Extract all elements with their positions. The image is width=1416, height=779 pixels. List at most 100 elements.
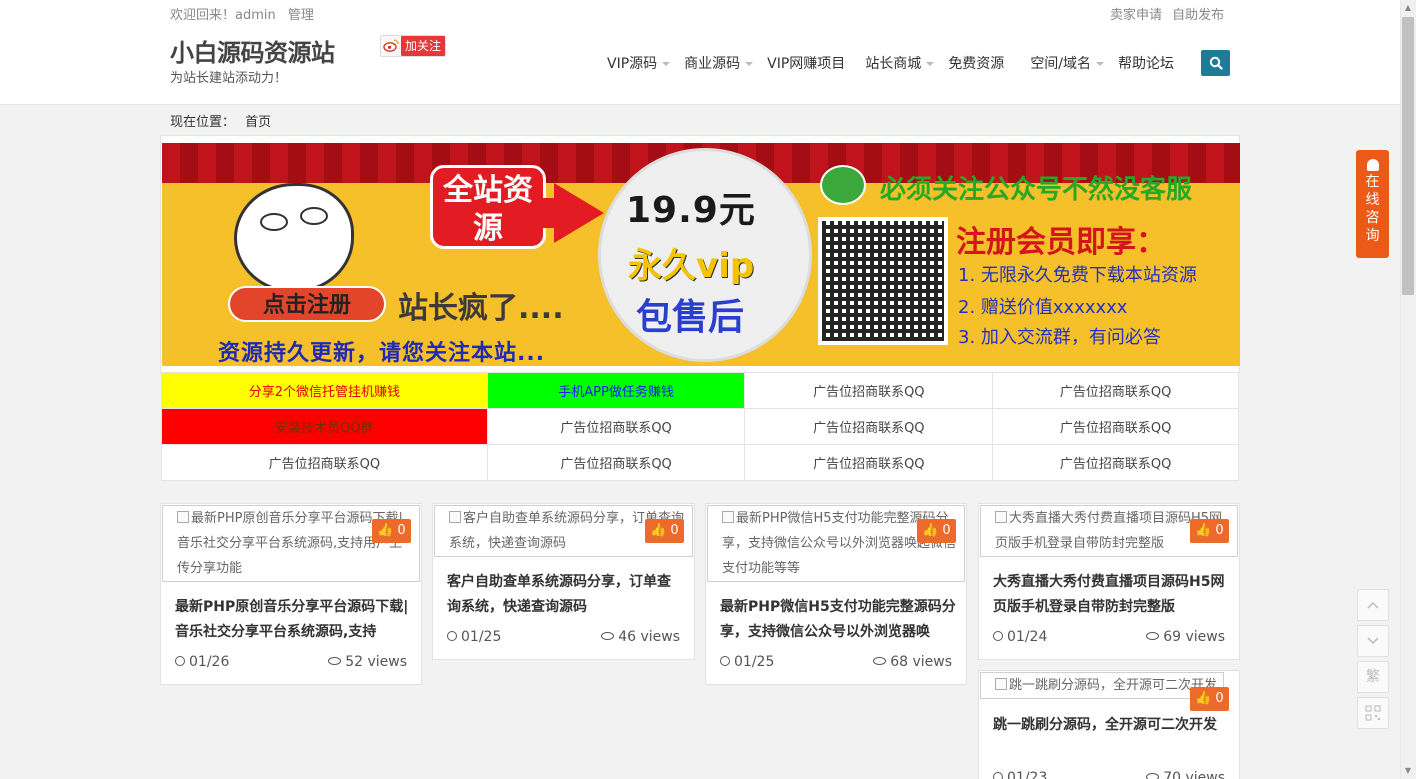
post-date-text: 01/23	[1007, 770, 1048, 779]
seller-apply-link[interactable]: 卖家申请	[1110, 8, 1162, 23]
ad-cell[interactable]: 广告位招商联系QQ	[486, 408, 746, 445]
eye-icon	[873, 657, 887, 665]
broken-image-icon	[995, 678, 1007, 690]
search-button[interactable]	[1201, 50, 1230, 76]
banner-crazy-text: 站长疯了....	[398, 291, 564, 326]
clock-icon	[993, 772, 1003, 779]
post-views-text: 46 views	[618, 629, 680, 645]
ad-cell[interactable]: 广告位招商联系QQ	[161, 444, 488, 481]
nav-item-free-resources[interactable]: 免费资源	[948, 53, 1004, 73]
topbar-left: 欢迎回来！admin 管理	[170, 4, 322, 23]
post-title[interactable]: 最新PHP微信H5支付功能完整源码分享，支持微信公众号以外浏览器唤	[720, 595, 956, 645]
breadcrumb-label: 现在位置：	[170, 115, 236, 130]
post-title[interactable]: 客户自助查单系统源码分享，订单查询系统，快递查询源码	[447, 570, 683, 620]
like-button[interactable]: 👍 0	[1190, 519, 1229, 543]
ad-cell[interactable]: 广告位招商联系QQ	[992, 372, 1239, 409]
nav-item-vip-earning[interactable]: VIP网赚项目	[767, 53, 845, 73]
qrcode-button[interactable]	[1357, 697, 1389, 729]
ad-grid: 分享2个微信托管挂机赚钱 手机APP做任务赚钱 广告位招商联系QQ 广告位招商联…	[161, 372, 1239, 481]
clock-icon	[993, 631, 1003, 641]
nav-item-webmaster-mall[interactable]: 站长商城	[865, 53, 935, 73]
nav-label: VIP网赚项目	[767, 56, 846, 72]
ad-cell[interactable]: 广告位招商联系QQ	[486, 444, 746, 481]
ad-cell[interactable]: 手机APP做任务赚钱	[486, 372, 746, 409]
broken-image-icon	[995, 511, 1007, 523]
consult-label: 在线咨询	[1365, 174, 1380, 244]
post-date: 01/24	[993, 629, 1047, 645]
scrollbar-down-arrow[interactable]: ▼	[1400, 763, 1416, 779]
caret-down-icon	[926, 62, 935, 66]
like-button[interactable]: 👍 0	[917, 519, 956, 543]
rage-face-eye	[260, 213, 288, 231]
post-thumbnail[interactable]: 最新PHP原创音乐分享平台源码下载|音乐社交分享平台系统源码,支持用户上传分享功…	[162, 505, 420, 582]
post-date-text: 01/25	[461, 629, 502, 645]
post-card[interactable]: 大秀直播大秀付费直播项目源码H5网页版手机登录自带防封完整版 👍 0 大秀直播大…	[978, 503, 1240, 660]
self-publish-link[interactable]: 自助发布	[1172, 8, 1224, 23]
nav-label: 空间/域名	[1030, 56, 1092, 72]
post-date-text: 01/24	[1007, 629, 1048, 645]
like-button[interactable]: 👍 0	[645, 519, 684, 543]
site-logo[interactable]: 小白源码资源站	[170, 33, 335, 68]
breadcrumb-home-link[interactable]: 首页	[245, 115, 271, 130]
site-tagline: 为站长建站添动力！	[170, 71, 288, 86]
like-count: 0	[670, 523, 679, 538]
ad-cell[interactable]: 广告位招商联系QQ	[992, 444, 1239, 481]
main-nav: VIP源码 商业源码 VIP网赚项目 站长商城 免费资源 空间/域名 帮助论坛	[607, 53, 1174, 73]
post-views-text: 70 views	[1163, 770, 1225, 779]
banner-price: 19.9元	[626, 190, 756, 231]
qrcode-icon	[1365, 705, 1381, 721]
ad-cell[interactable]: 广告位招商联系QQ	[992, 408, 1239, 445]
post-views: 68 views	[873, 654, 952, 670]
post-date: 01/25	[447, 629, 501, 645]
like-button[interactable]: 👍 0	[1190, 687, 1229, 711]
nav-item-commercial-source[interactable]: 商业源码	[684, 53, 754, 73]
scroll-to-bottom-button[interactable]	[1357, 625, 1389, 657]
nav-label: 站长商城	[865, 56, 922, 72]
banner-register-button[interactable]: 点击注册	[228, 286, 386, 322]
qq-penguin-icon	[1366, 159, 1379, 171]
post-thumbnail[interactable]: 跳一跳刷分源码，全开源可二次开发	[980, 672, 1224, 699]
scroll-to-top-button[interactable]	[1357, 589, 1389, 621]
traditional-chinese-toggle[interactable]: 繁	[1357, 661, 1389, 693]
manage-link[interactable]: 管理	[288, 8, 314, 23]
weibo-follow-button[interactable]: 加关注	[380, 35, 447, 57]
post-title[interactable]: 跳一跳刷分源码，全开源可二次开发	[993, 713, 1229, 738]
breadcrumb: 现在位置： 首页	[170, 111, 277, 130]
post-views-text: 52 views	[345, 654, 407, 670]
nav-item-hosting-domain[interactable]: 空间/域名	[1030, 53, 1105, 73]
eye-icon	[1146, 632, 1160, 640]
post-card[interactable]: 跳一跳刷分源码，全开源可二次开发 👍 0 跳一跳刷分源码，全开源可二次开发 01…	[978, 670, 1240, 779]
eye-icon	[1146, 773, 1160, 779]
like-button[interactable]: 👍 0	[372, 519, 411, 543]
post-views-text: 69 views	[1163, 629, 1225, 645]
post-date: 01/25	[720, 654, 774, 670]
like-count: 0	[397, 523, 406, 538]
ad-cell[interactable]: 广告位招商联系QQ	[744, 408, 994, 445]
post-date-text: 01/26	[189, 654, 230, 670]
chevron-down-icon	[1367, 637, 1379, 645]
caret-down-icon	[662, 62, 671, 66]
scrollbar-up-arrow[interactable]: ▲	[1400, 0, 1416, 16]
weibo-icon	[381, 38, 401, 55]
online-consult-button[interactable]: 在线咨询	[1356, 150, 1389, 258]
banner-register-title: 注册会员即享：	[956, 225, 1166, 260]
ad-cell[interactable]: 分享2个微信托管挂机赚钱	[161, 372, 488, 409]
promo-banner[interactable]: 全站资源 19.9元 永久vip 包售后 点击注册 站长疯了.... 资源持久更…	[162, 143, 1240, 366]
post-title[interactable]: 最新PHP原创音乐分享平台源码下载|音乐社交分享平台系统源码,支持	[175, 595, 411, 645]
nav-item-vip-source[interactable]: VIP源码	[607, 53, 671, 73]
thumbs-up-icon: 👍	[1195, 523, 1212, 538]
post-card[interactable]: 最新PHP微信H5支付功能完整源码分享，支持微信公众号以外浏览器唤起微信支付功能…	[705, 503, 967, 685]
nav-item-help-forum[interactable]: 帮助论坛	[1118, 53, 1174, 73]
ad-cell[interactable]: 广告位招商联系QQ	[744, 444, 994, 481]
ad-cell[interactable]: 安装技术员QQ群	[161, 408, 488, 445]
chevron-up-icon	[1367, 601, 1379, 609]
post-card[interactable]: 最新PHP原创音乐分享平台源码下载|音乐社交分享平台系统源码,支持用户上传分享功…	[160, 503, 422, 685]
scrollbar-thumb[interactable]	[1402, 17, 1414, 295]
eye-icon	[328, 657, 342, 665]
welcome-text: 欢迎回来！admin	[170, 8, 276, 23]
weibo-follow-label: 加关注	[401, 36, 446, 56]
post-title[interactable]: 大秀直播大秀付费直播项目源码H5网页版手机登录自带防封完整版	[993, 570, 1229, 620]
ad-cell[interactable]: 广告位招商联系QQ	[744, 372, 994, 409]
post-thumbnail[interactable]: 最新PHP微信H5支付功能完整源码分享，支持微信公众号以外浏览器唤起微信支付功能…	[707, 505, 965, 582]
post-card[interactable]: 客户自助查单系统源码分享，订单查询系统，快递查询源码 👍 0 客户自助查单系统源…	[432, 503, 695, 660]
